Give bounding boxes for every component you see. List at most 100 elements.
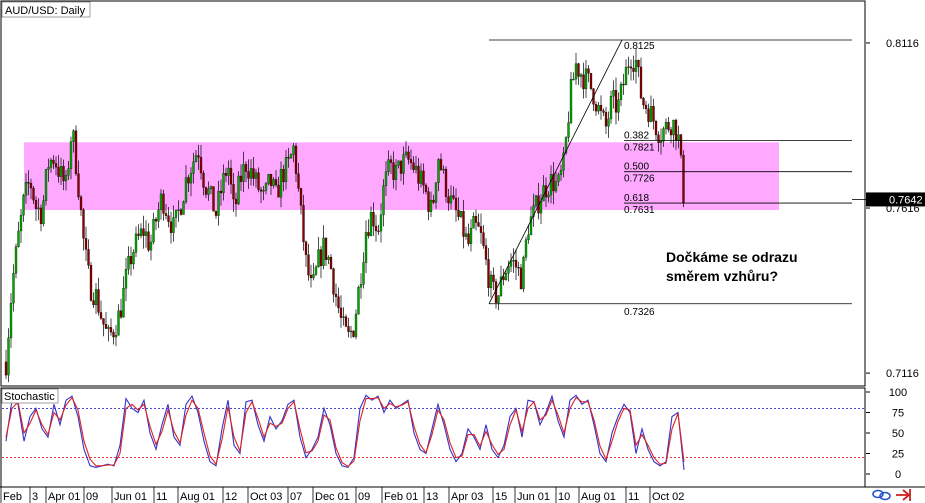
candle-body — [392, 162, 395, 180]
candle-body — [614, 90, 618, 113]
candle-body — [304, 241, 308, 255]
candle-body — [654, 121, 658, 136]
candle-body — [439, 159, 443, 170]
candle-body — [354, 313, 358, 337]
candle-body — [84, 238, 88, 250]
candle-body — [322, 237, 325, 266]
fib-low-label: 0.7326 — [624, 307, 655, 318]
chart-canvas: 0.81250.73260.3820.78210.5000.77260.6180… — [0, 0, 925, 503]
candle-body — [494, 281, 498, 303]
candle-body — [262, 190, 265, 192]
candle-body — [7, 337, 10, 376]
candle-body — [629, 66, 633, 69]
candle-body — [682, 154, 685, 203]
candle-body — [154, 218, 158, 222]
candle-body — [577, 63, 580, 77]
candle-body — [502, 276, 505, 280]
stoch-tick-label: 50 — [892, 428, 904, 440]
candle-body — [127, 256, 130, 270]
candle-body — [99, 312, 103, 319]
time-tick-label: 11 — [628, 491, 639, 503]
candle-body — [382, 185, 385, 216]
candle-body — [484, 245, 488, 260]
time-tick-label: Jun 01 — [517, 491, 550, 503]
candle-body — [574, 63, 578, 80]
candle-body — [419, 170, 423, 184]
candle-body — [257, 172, 260, 190]
candle-body — [217, 190, 220, 216]
candle-body — [24, 182, 28, 196]
candle-body — [212, 186, 215, 212]
candle-body — [624, 67, 628, 86]
candle-body — [204, 187, 208, 195]
candle-body — [554, 181, 558, 192]
candle-body — [594, 104, 598, 112]
candle-body — [632, 68, 635, 72]
candle-body — [97, 289, 100, 313]
candle-body — [514, 259, 518, 268]
fib-high-label: 0.8125 — [624, 41, 655, 52]
time-tick-label: Apr 03 — [451, 491, 483, 503]
candle-body — [399, 160, 403, 174]
candle-body — [489, 274, 493, 288]
time-tick-label: Aug 01 — [581, 491, 616, 503]
candle-body — [582, 74, 585, 90]
candle-body — [619, 83, 623, 100]
candle-body — [274, 179, 278, 186]
chart-title-box: AUD/USD: Daily — [1, 1, 91, 18]
candle-body — [12, 273, 15, 304]
stoch-tick-label: 75 — [892, 408, 904, 420]
candle-body — [609, 95, 613, 120]
candle-body — [647, 108, 650, 122]
fib-ratio-label: 0.382 — [624, 130, 649, 141]
candle-body — [272, 179, 275, 186]
annotation-line-1: Dočkáme se odrazu — [666, 249, 798, 265]
candle-body — [309, 275, 313, 279]
candle-body — [137, 233, 140, 236]
candle-body — [112, 331, 115, 338]
candle-body — [314, 266, 318, 275]
candle-body — [359, 284, 363, 288]
candle-body — [307, 254, 310, 276]
candle-body — [79, 196, 83, 210]
candle-body — [547, 194, 550, 198]
candle-body — [139, 228, 143, 236]
candle-body — [267, 173, 270, 184]
fib-ratio-label: 0.618 — [624, 193, 649, 204]
time-tick-label: Oct 02 — [652, 491, 684, 503]
candle-body — [352, 330, 355, 337]
candle-body — [277, 184, 280, 198]
candle-body — [157, 209, 160, 222]
candle-body — [464, 233, 468, 237]
candle-body — [397, 160, 400, 166]
candle-body — [467, 233, 470, 244]
candle-body — [362, 262, 365, 285]
candle-body — [387, 159, 390, 172]
time-tick-label: 3 — [32, 491, 38, 503]
candle-body — [357, 287, 360, 315]
candle-body — [659, 141, 663, 143]
candle-body — [319, 249, 323, 266]
candle-body — [214, 211, 218, 216]
price-tick-label: 0.7116 — [886, 368, 919, 380]
candle-body — [29, 183, 33, 189]
candle-body — [19, 214, 23, 232]
candle-body — [77, 173, 80, 198]
price-tick-label: 0.8116 — [886, 38, 919, 50]
candle-body — [67, 168, 70, 176]
fib-price-label: 0.7726 — [624, 174, 655, 185]
stoch-tick-label: 100 — [889, 387, 907, 399]
time-tick-label: 10 — [558, 491, 570, 503]
candle-body — [342, 316, 345, 318]
candle-body — [229, 167, 233, 185]
candle-body — [254, 172, 258, 179]
current-price-label: 0.7642 — [889, 194, 923, 206]
candle-body — [47, 167, 50, 170]
candle-body — [312, 274, 315, 279]
candle-body — [4, 361, 8, 376]
candle-body — [447, 196, 450, 204]
candle-body — [334, 293, 338, 297]
candle-body — [317, 249, 320, 268]
candle-body — [199, 157, 203, 174]
candle-body — [39, 207, 43, 225]
